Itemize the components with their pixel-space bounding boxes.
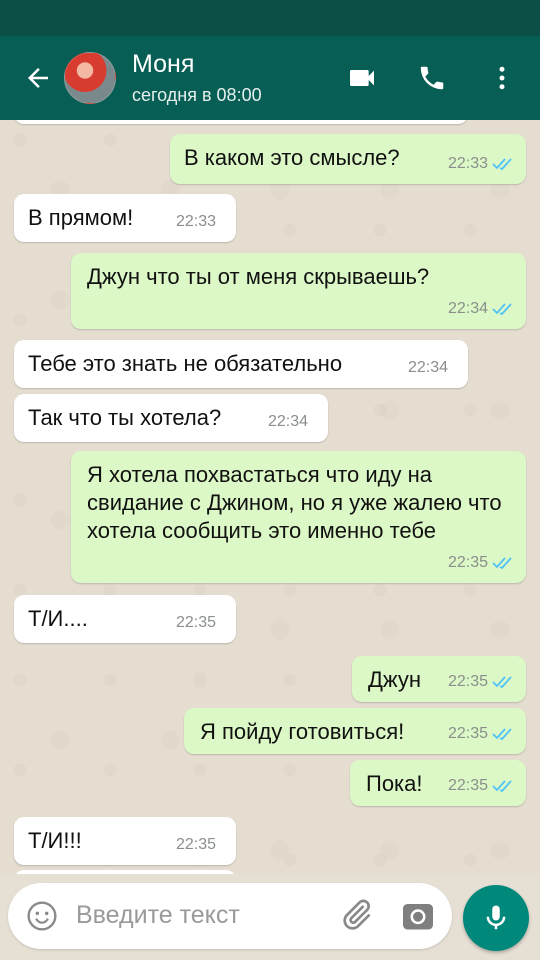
message-time: 22:35 bbox=[447, 777, 488, 794]
message-bubble-incoming[interactable]: В прямом! 22:33 bbox=[14, 194, 236, 242]
message-time: 22:35 bbox=[175, 614, 216, 631]
back-button[interactable] bbox=[16, 56, 60, 100]
message-bubble-outgoing[interactable]: Джун что ты от меня скрываешь? 22:34 bbox=[71, 253, 526, 329]
message-time: 22:33 bbox=[447, 155, 488, 172]
message-composer: Введите текст bbox=[0, 874, 540, 960]
contact-name: Моня bbox=[132, 50, 195, 78]
message-time: 22:34 bbox=[267, 413, 308, 430]
status-bar bbox=[0, 0, 540, 36]
message-text: Т/И!!! bbox=[28, 828, 82, 853]
message-bubble-incoming[interactable]: Тебе это знать не обязательно 22:34 bbox=[14, 340, 468, 388]
phone-icon bbox=[420, 66, 444, 90]
voice-record-button[interactable] bbox=[463, 885, 529, 951]
message-input-placeholder: Введите текст bbox=[76, 901, 240, 929]
double-check-icon bbox=[492, 158, 512, 171]
message-bubble-incoming[interactable]: Т/И!!! 22:35 bbox=[14, 817, 236, 865]
message-input[interactable]: Введите текст bbox=[8, 883, 452, 949]
message-bubble-outgoing[interactable]: Джун 22:35 bbox=[352, 656, 526, 702]
message-bubble-outgoing[interactable]: Пока! 22:35 bbox=[350, 760, 526, 806]
microphone-icon bbox=[486, 905, 506, 930]
message-time: 22:35 bbox=[175, 836, 216, 853]
video-camera-icon bbox=[350, 70, 374, 86]
message-text: Я пойду готовиться! bbox=[200, 719, 405, 744]
video-call-button[interactable] bbox=[338, 54, 386, 102]
message-bubble-outgoing[interactable]: Я хотела похвастаться что иду на свидани… bbox=[71, 451, 526, 583]
message-time: 22:33 bbox=[175, 213, 216, 230]
message-bubble-incoming[interactable]: Т/И.... 22:35 bbox=[14, 595, 236, 643]
message-text: Я хотела похвастаться что иду на свидани… bbox=[87, 462, 502, 543]
message-text: В каком это смысле? bbox=[184, 145, 400, 170]
message-time: 22:35 bbox=[447, 554, 488, 571]
contact-info[interactable]: Моня сегодня в 08:00 bbox=[132, 49, 262, 107]
camera-icon[interactable] bbox=[400, 898, 436, 934]
double-check-icon bbox=[492, 303, 512, 316]
double-check-icon bbox=[492, 728, 512, 741]
message-text: Пока! bbox=[366, 771, 423, 796]
message-bubble-partial bbox=[14, 120, 468, 124]
message-bubble-outgoing[interactable]: В каком это смысле? 22:33 bbox=[170, 134, 526, 184]
message-text: Джун что ты от меня скрываешь? bbox=[87, 264, 430, 289]
voice-call-button[interactable] bbox=[408, 54, 456, 102]
message-bubble-incoming[interactable]: Так что ты хотела? 22:34 bbox=[14, 394, 328, 442]
paperclip-icon[interactable] bbox=[338, 897, 374, 933]
message-time: 22:34 bbox=[407, 359, 448, 376]
message-time: 22:35 bbox=[447, 725, 488, 742]
message-time: 22:34 bbox=[447, 300, 488, 317]
message-list[interactable]: В каком это смысле? 22:33 В прямом! 22:3… bbox=[0, 120, 540, 874]
avatar[interactable] bbox=[64, 52, 116, 104]
double-check-icon bbox=[492, 557, 512, 570]
message-text: Джун bbox=[368, 667, 422, 692]
last-seen-status: сегодня в 08:00 bbox=[132, 85, 262, 105]
double-check-icon bbox=[492, 780, 512, 793]
message-bubble-outgoing[interactable]: Я пойду готовиться! 22:35 bbox=[184, 708, 526, 754]
double-check-icon bbox=[492, 676, 512, 689]
more-options-button[interactable] bbox=[478, 54, 526, 102]
chat-header: Моня сегодня в 08:00 bbox=[0, 36, 540, 120]
message-time: 22:35 bbox=[447, 673, 488, 690]
more-vert-icon bbox=[499, 66, 505, 90]
message-text: В прямом! bbox=[28, 205, 134, 230]
message-text: Т/И.... bbox=[28, 606, 88, 631]
arrow-left-icon bbox=[28, 68, 48, 88]
message-text: Тебе это знать не обязательно bbox=[28, 351, 343, 376]
smiley-icon[interactable] bbox=[26, 900, 58, 932]
message-text: Так что ты хотела? bbox=[28, 405, 222, 430]
